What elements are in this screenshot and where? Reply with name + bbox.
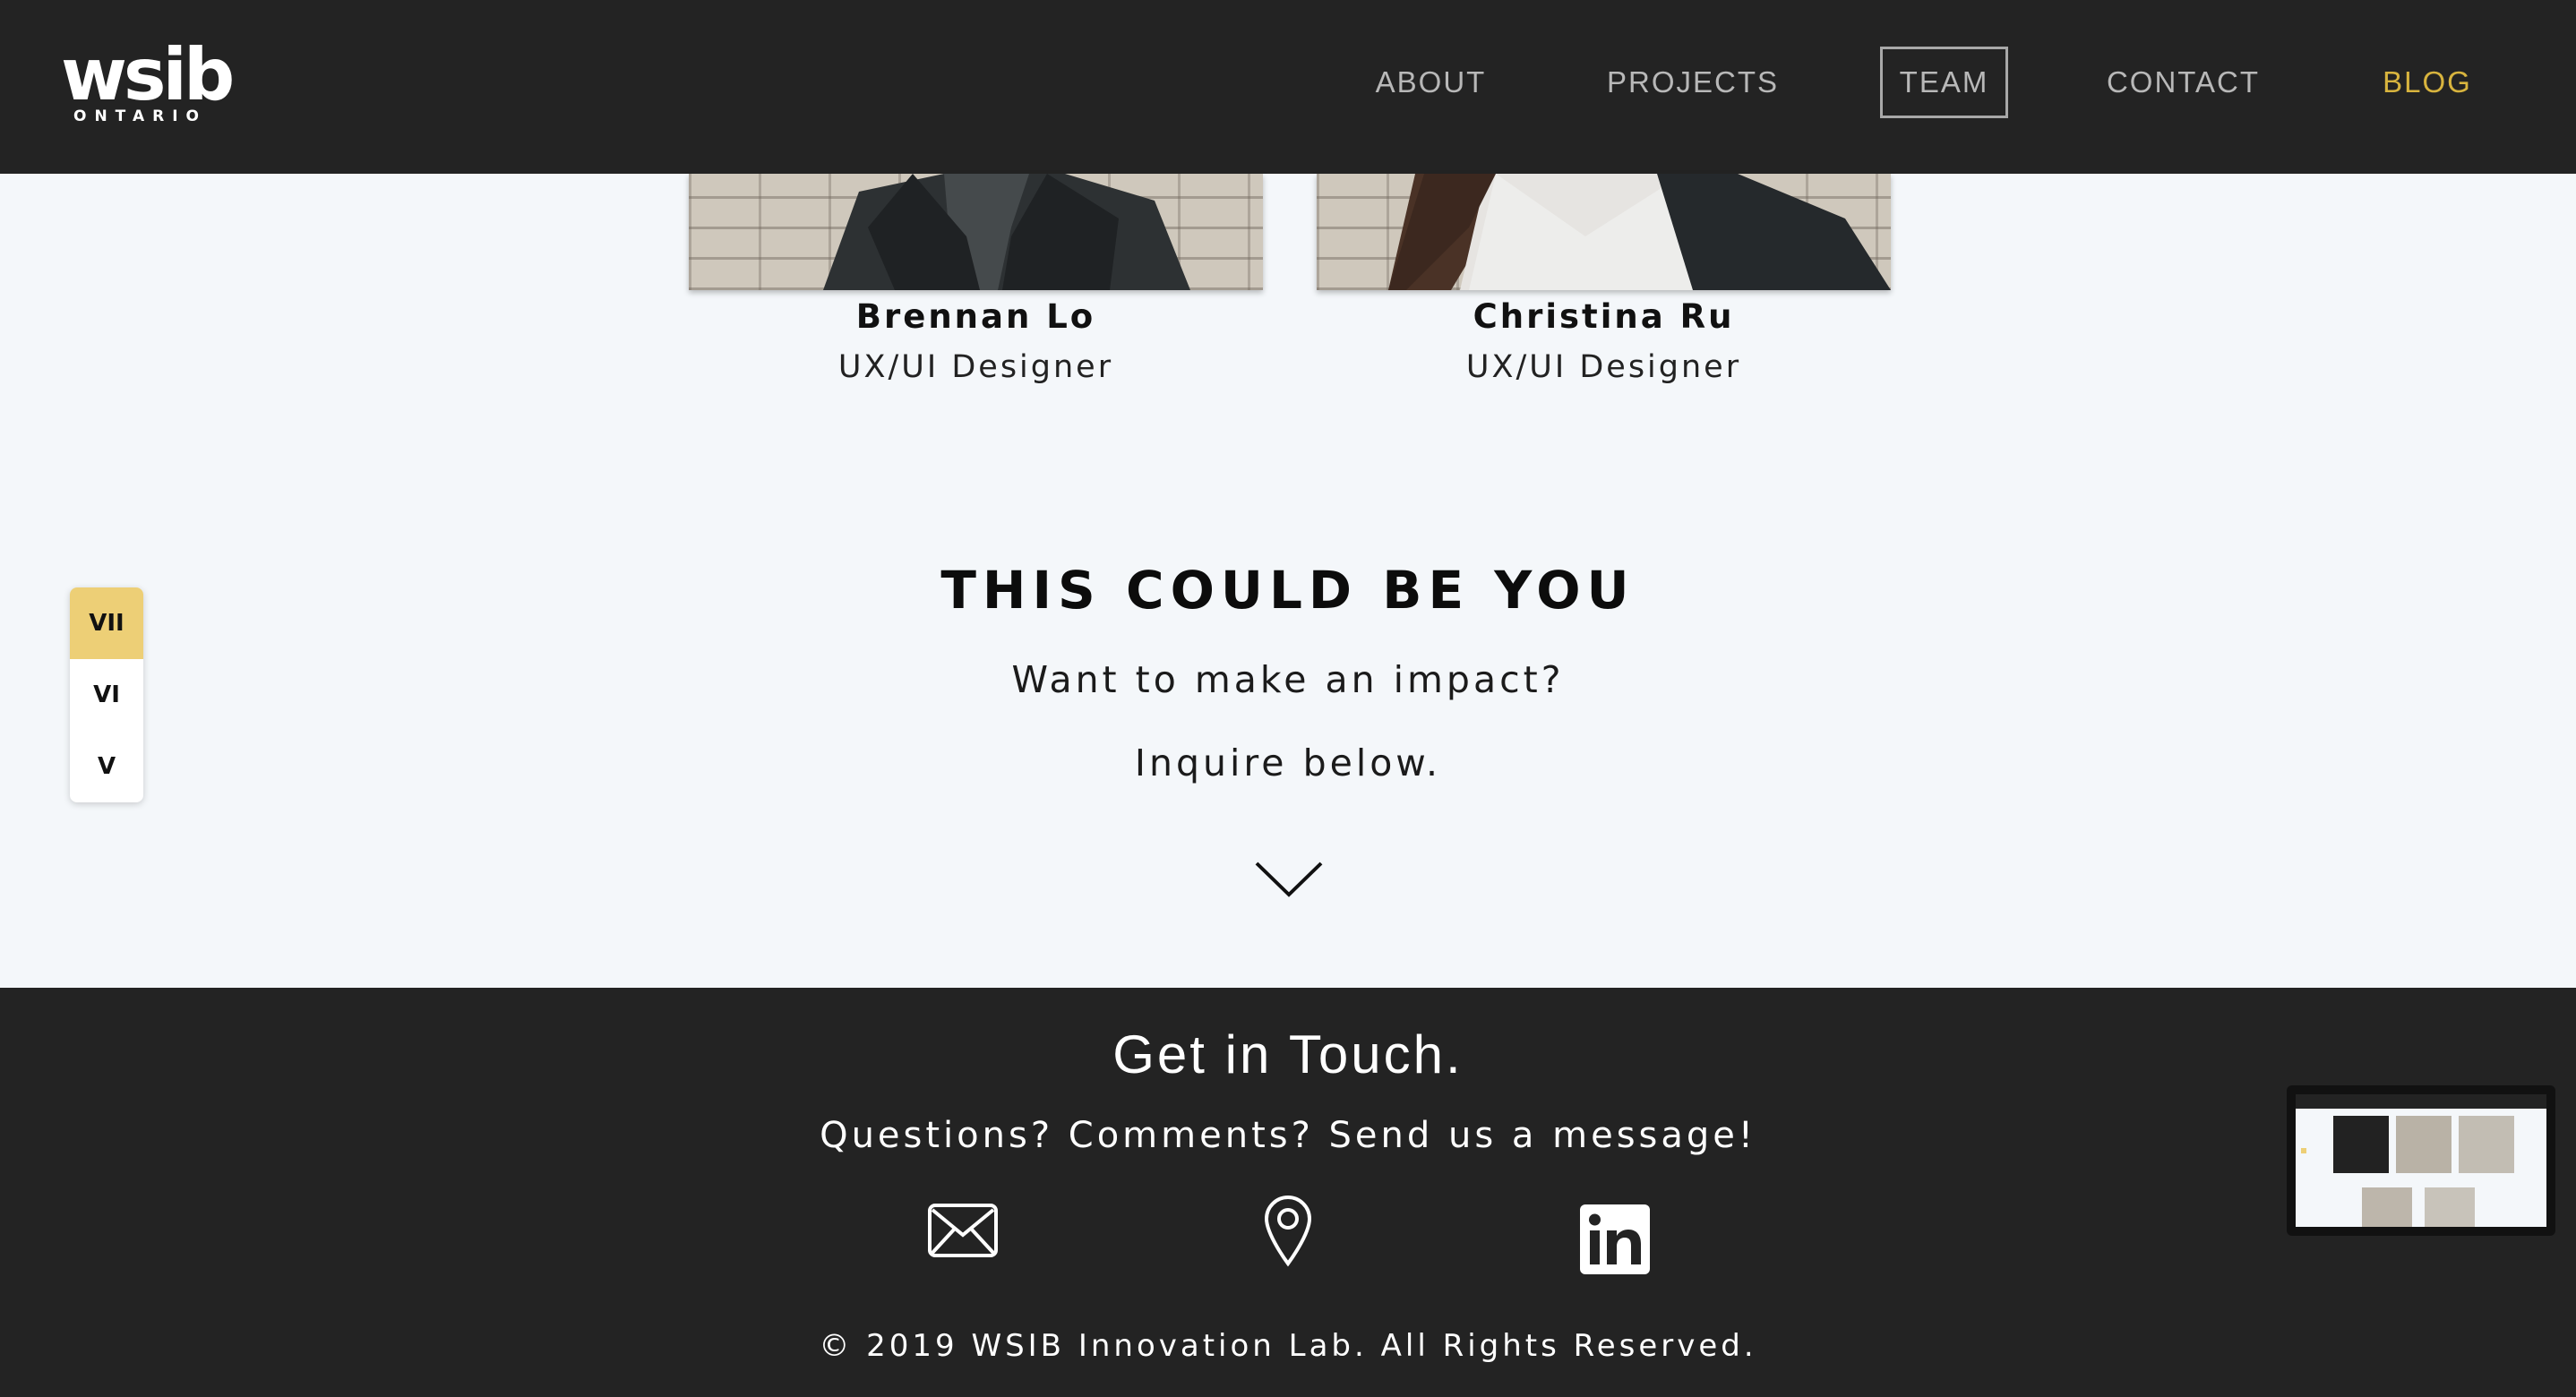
member-role: UX/UI Designer: [837, 349, 1114, 385]
mail-icon[interactable]: [927, 1203, 999, 1258]
nav-team[interactable]: TEAM: [1880, 47, 2008, 118]
member-name: Brennan Lo: [855, 297, 1096, 336]
team-photo-christina: [1317, 174, 1891, 290]
nav-about[interactable]: ABOUT: [1348, 47, 1514, 118]
location-pin-icon[interactable]: [1261, 1194, 1315, 1267]
footer-subtitle: Questions? Comments? Send us a message!: [820, 1115, 1756, 1156]
chevron-down-icon[interactable]: [1254, 860, 1324, 899]
nav-blog[interactable]: BLOG: [2365, 47, 2490, 118]
member-name: Christina Ru: [1473, 297, 1735, 336]
logo-subtitle: ONTARIO: [73, 107, 207, 125]
footer-title: Get in Touch.: [1112, 1024, 1464, 1084]
logo-wordmark: wsib: [61, 33, 235, 116]
nav-projects[interactable]: PROJECTS: [1585, 47, 1800, 118]
site-header: wsib ONTARIO ABOUT PROJECTS TEAM CONTACT…: [0, 0, 2576, 174]
member-role: UX/UI Designer: [1465, 349, 1742, 385]
footer-copyright: © 2019 WSIB Innovation Lab. All Rights R…: [819, 1328, 1757, 1364]
site-footer: Get in Touch. Questions? Comments? Send …: [0, 988, 2576, 1397]
linkedin-icon[interactable]: [1580, 1204, 1650, 1274]
cta-heading: THIS COULD BE YOU: [940, 560, 1636, 621]
cta-line-1: Want to make an impact?: [1011, 658, 1565, 701]
page-preview-thumbnail[interactable]: [2287, 1085, 2555, 1236]
wsib-logo[interactable]: wsib ONTARIO: [61, 39, 235, 129]
nav-contact[interactable]: CONTACT: [2091, 47, 2275, 118]
team-photo-brennan: [689, 174, 1263, 290]
cta-line-2: Inquire below.: [1134, 741, 1442, 784]
